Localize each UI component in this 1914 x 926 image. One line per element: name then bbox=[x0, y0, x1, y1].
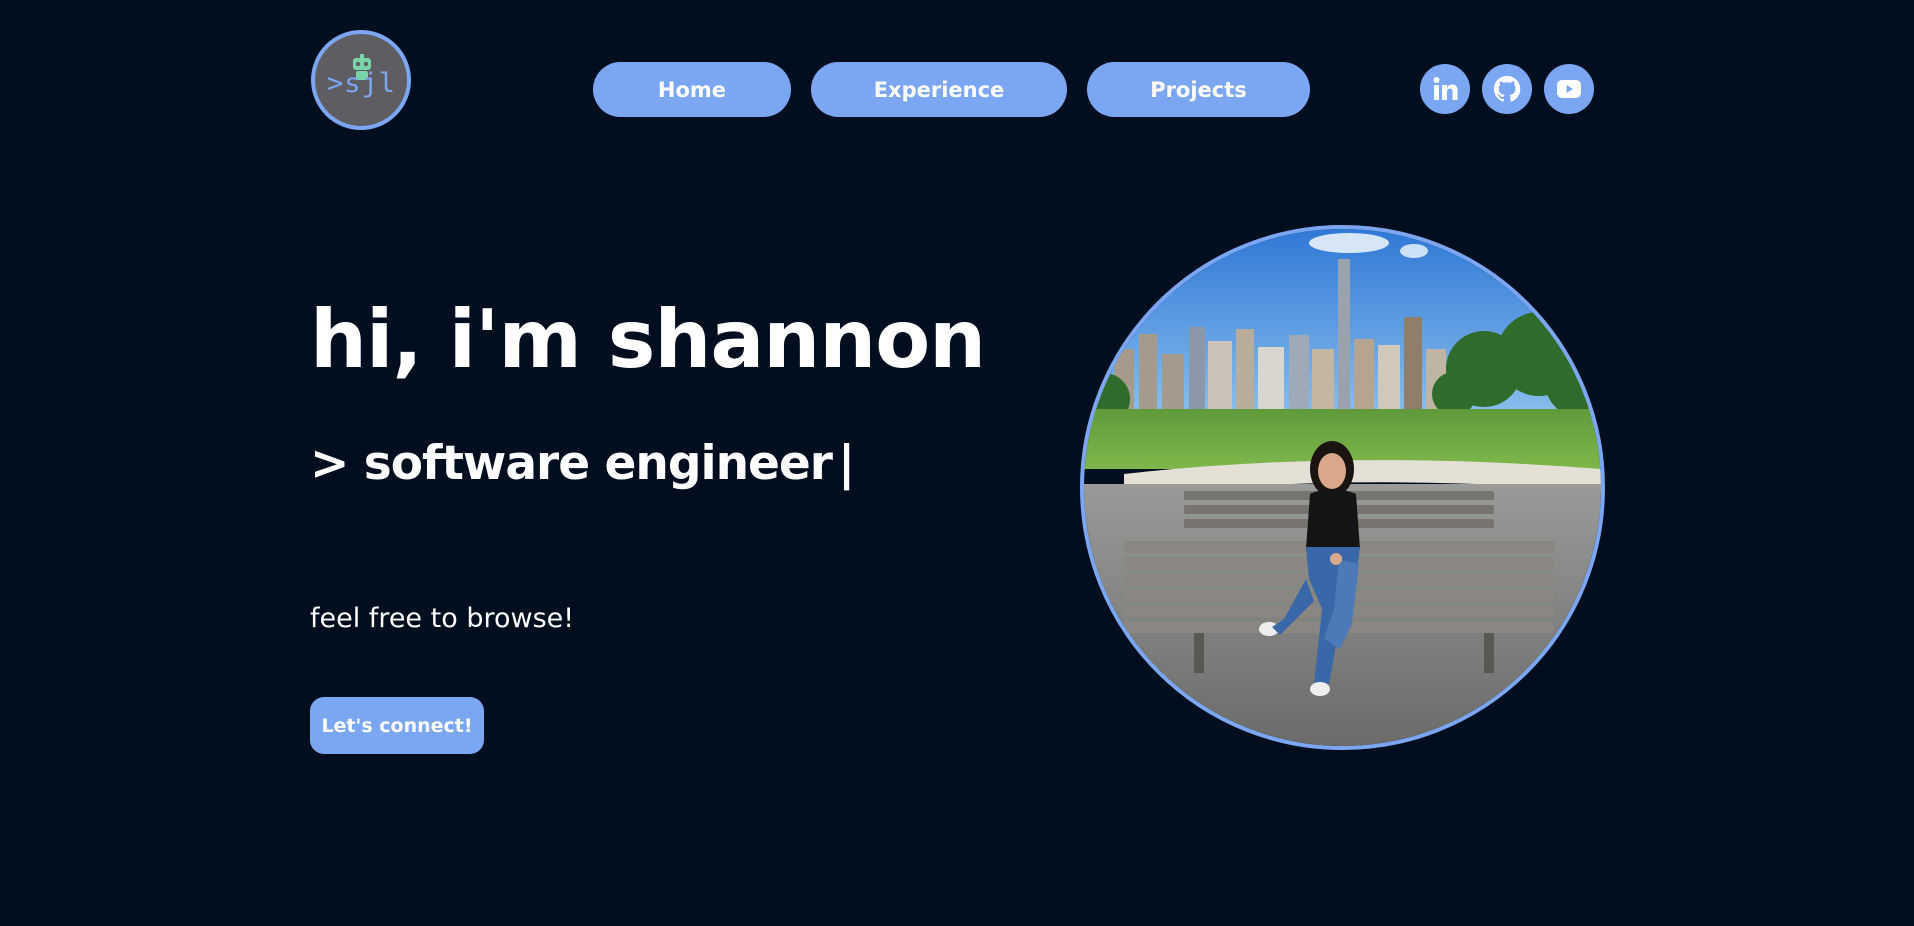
hero-title: hi, i'm shannon bbox=[310, 293, 986, 386]
github-icon bbox=[1493, 75, 1521, 102]
linkedin-button[interactable] bbox=[1420, 64, 1470, 114]
page: >sjl Home Experience Projects hi, i'm sh… bbox=[0, 0, 1914, 926]
profile-photo-illustration bbox=[1084, 229, 1601, 746]
hero-subtitle: > software engineer | bbox=[310, 440, 855, 487]
logo-text: >sjl bbox=[327, 68, 397, 99]
hero-subtitle-text: > software engineer bbox=[310, 436, 833, 491]
logo[interactable]: >sjl bbox=[311, 30, 411, 130]
typing-cursor: | bbox=[837, 436, 855, 491]
connect-button[interactable]: Let's connect! bbox=[310, 697, 484, 754]
profile-photo bbox=[1080, 225, 1605, 750]
hero-text: feel free to browse! bbox=[310, 603, 575, 634]
youtube-icon bbox=[1557, 80, 1581, 98]
nav-experience-button[interactable]: Experience bbox=[811, 62, 1067, 117]
youtube-button[interactable] bbox=[1544, 64, 1594, 114]
github-button[interactable] bbox=[1482, 64, 1532, 114]
nav-projects-button[interactable]: Projects bbox=[1087, 62, 1310, 117]
linkedin-icon bbox=[1433, 77, 1458, 100]
nav-home-button[interactable]: Home bbox=[593, 62, 791, 117]
